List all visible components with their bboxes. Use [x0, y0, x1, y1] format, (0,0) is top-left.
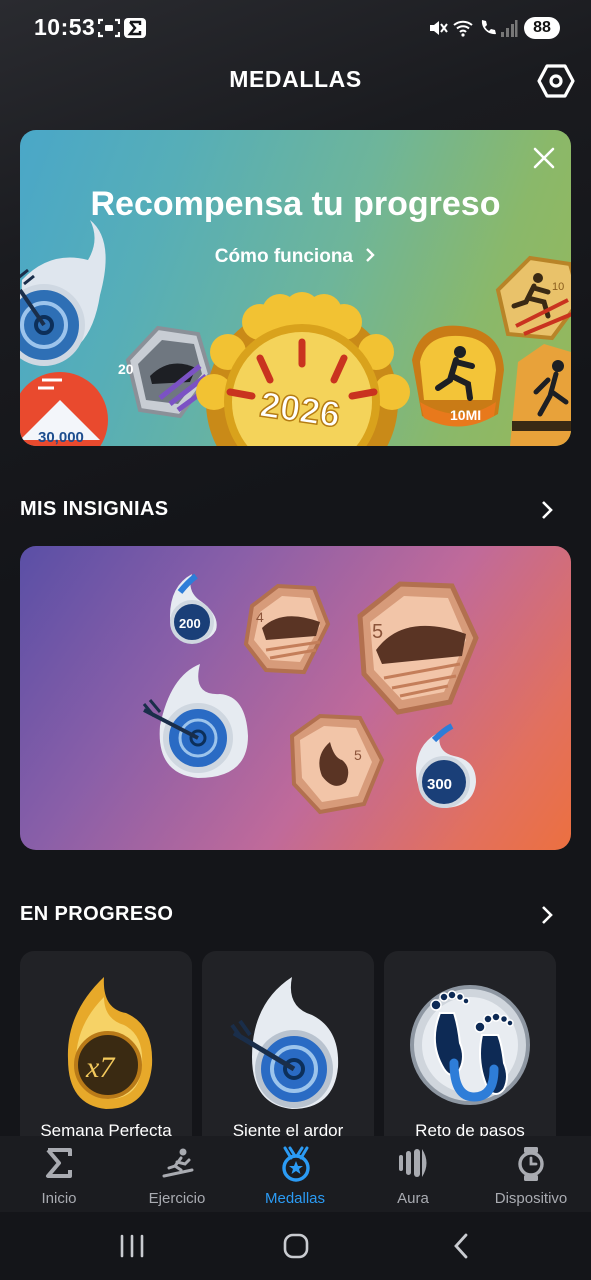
mountain-medal-icon: 30,000 — [20, 372, 108, 446]
treadmill-icon — [162, 1148, 194, 1178]
medal-10mi-text: 10MI — [450, 407, 481, 423]
progress-card-feel-the-burn[interactable]: Siente el ardor — [202, 951, 374, 1151]
medal-icon — [282, 1146, 310, 1182]
nav-label: Ejercicio — [148, 1190, 206, 1207]
nav-label: Medallas — [264, 1190, 326, 1207]
medal-20-text: 20 — [118, 361, 134, 377]
mute-icon — [430, 21, 448, 35]
feel-the-burn-target-icon — [230, 977, 339, 1109]
signal-icon — [501, 20, 518, 37]
medal-10-text: 10 — [552, 281, 564, 293]
call-icon — [481, 20, 496, 35]
shoe-hex-medal-icon: 20 — [118, 325, 213, 419]
perfect-week-x7-text: x7 — [85, 1051, 116, 1084]
perfect-week-flame-icon: x7 — [67, 977, 153, 1109]
bottom-navigation: Inicio Ejercicio Medallas Aura Dispositi… — [0, 1136, 591, 1212]
status-bar: 10:53 88 — [0, 0, 591, 56]
flame-hex-5-badge-icon: 5 — [289, 713, 385, 815]
nav-item-ejercicio[interactable]: Ejercicio — [118, 1136, 236, 1212]
target-flame-badge-icon — [142, 664, 248, 778]
home-icon[interactable] — [276, 1230, 316, 1262]
watch-icon — [518, 1147, 544, 1181]
medals-screen: 10:53 88 MEDALLAS 30,000 20 2026 10MI 10… — [0, 0, 591, 1280]
battery-indicator: 88 — [524, 17, 560, 39]
screenshot-icon — [98, 18, 120, 38]
badge-4-text: 4 — [256, 609, 264, 625]
my-badges-chevron-icon[interactable] — [535, 498, 559, 522]
sigma-home-icon — [46, 1148, 72, 1178]
nav-label: Dispositivo — [494, 1190, 568, 1207]
promo-title: Recompensa tu progreso — [90, 185, 501, 223]
badges-illustration: 200 4 5 5 300 — [142, 573, 479, 815]
shoe-hex-4-badge-icon: 4 — [243, 583, 331, 675]
steps-challenge-footprints-icon — [410, 985, 530, 1105]
nav-item-dispositivo[interactable]: Dispositivo — [472, 1136, 590, 1212]
my-badges-card[interactable]: 200 4 5 5 300 — [20, 546, 571, 850]
progress-card-perfect-week[interactable]: x7 Semana Perfecta — [20, 951, 192, 1151]
medal-2026-icon: 2026 — [196, 292, 410, 446]
flame-200-badge-icon: 200 — [170, 573, 217, 644]
chevron-right-icon — [366, 248, 375, 262]
medal-30000-text: 30,000 — [38, 429, 84, 446]
badge-flame-5-text: 5 — [354, 747, 362, 763]
how-it-works-label: Cómo funciona — [214, 246, 353, 267]
hex-runner-medal-icon: 10 — [495, 255, 571, 341]
progress-card-steps-challenge[interactable]: Reto de pasos — [384, 951, 556, 1151]
settings-hex-icon[interactable] — [537, 63, 575, 99]
promo-banner[interactable]: 30,000 20 2026 10MI 10 Recompensa tu pro… — [20, 130, 571, 446]
badge-5-text: 5 — [372, 621, 383, 643]
flame-300-badge-icon: 300 — [416, 723, 476, 808]
how-it-works-link[interactable]: Cómo funciona — [20, 246, 571, 268]
nav-item-aura[interactable]: Aura — [354, 1136, 472, 1212]
my-badges-heading: MIS INSIGNIAS — [20, 498, 169, 520]
close-icon[interactable] — [530, 144, 558, 172]
nav-item-inicio[interactable]: Inicio — [0, 1136, 118, 1212]
badge-200-text: 200 — [179, 616, 201, 631]
status-time: 10:53 — [34, 14, 96, 40]
nav-label: Aura — [397, 1190, 429, 1207]
sigma-app-icon — [124, 18, 146, 38]
shoe-hex-5-badge-icon: 5 — [357, 581, 479, 715]
in-progress-heading: EN PROGRESO — [20, 903, 174, 925]
system-navigation-bar — [0, 1212, 591, 1280]
nav-label: Inicio — [41, 1190, 77, 1207]
recent-apps-icon[interactable] — [112, 1230, 152, 1262]
runner-medal-icon: 10MI — [412, 325, 504, 427]
wifi-calling-icon — [453, 20, 473, 37]
back-icon[interactable] — [442, 1230, 482, 1262]
badge-300-text: 300 — [427, 776, 452, 793]
target-medal-icon — [20, 220, 106, 366]
aura-icon — [399, 1149, 427, 1177]
page-title: MEDALLAS — [229, 66, 362, 92]
promo-medals-illustration: 30,000 20 2026 10MI 10 — [20, 220, 571, 446]
hiker-medal-icon — [510, 344, 571, 446]
nav-item-medallas[interactable]: Medallas — [236, 1136, 354, 1212]
in-progress-chevron-icon[interactable] — [535, 903, 559, 927]
